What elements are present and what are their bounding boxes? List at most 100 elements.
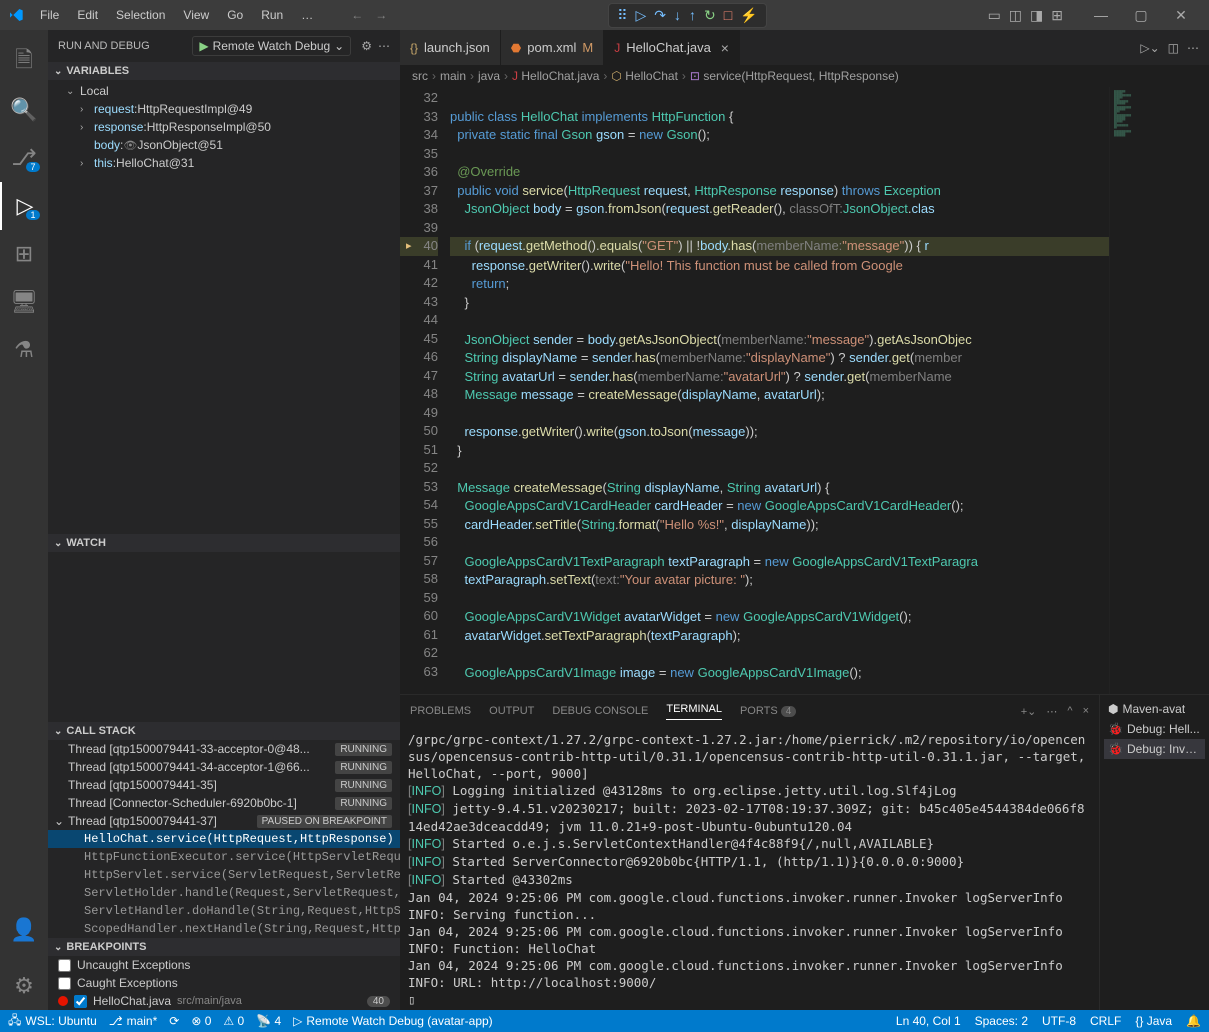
line-gutter[interactable]: 3233343536373839▸40414243444546474849505… bbox=[400, 87, 450, 694]
breadcrumb-item[interactable]: src bbox=[412, 69, 428, 83]
menu-selection[interactable]: Selection bbox=[108, 4, 173, 26]
stack-frame[interactable]: ScopedHandler.nextHandle(String,Request,… bbox=[48, 920, 400, 938]
close-icon[interactable]: × bbox=[721, 40, 729, 56]
tab-HelloChat.java[interactable]: JHelloChat.java× bbox=[604, 30, 740, 65]
more-icon[interactable]: ⋯ bbox=[378, 39, 390, 53]
account-icon[interactable]: 👤 bbox=[0, 906, 48, 954]
var-body[interactable]: body: 👁 JsonObject@51 bbox=[48, 136, 400, 154]
more-icon[interactable]: ⋯ bbox=[1046, 705, 1057, 718]
breadcrumb-item[interactable]: java bbox=[478, 69, 500, 83]
step-into-icon[interactable]: ↓ bbox=[674, 7, 681, 24]
var-this[interactable]: ›this: HelloChat@31 bbox=[48, 154, 400, 172]
terminal-item[interactable]: ⬢Maven-avat bbox=[1104, 699, 1205, 719]
stack-frame[interactable]: HttpFunctionExecutor.service(HttpServlet… bbox=[48, 848, 400, 866]
watch-section[interactable]: ⌄WATCH bbox=[48, 534, 400, 552]
tab-launch.json[interactable]: {}launch.json bbox=[400, 30, 501, 65]
sb-sync[interactable]: ⟳ bbox=[169, 1014, 179, 1028]
layout-sidebar-icon[interactable]: ◨ bbox=[1030, 7, 1043, 24]
thread-row[interactable]: Thread [Connector-Scheduler-6920b0bc-1]R… bbox=[48, 794, 400, 812]
bp-file[interactable]: HelloChat.java src/main/java 40 bbox=[48, 992, 400, 1010]
layout-editor-icon[interactable]: ▭ bbox=[988, 7, 1001, 24]
run-icon[interactable]: ▷⌄ bbox=[1140, 41, 1159, 55]
menu-view[interactable]: View bbox=[175, 4, 217, 26]
step-over-icon[interactable]: ↷ bbox=[654, 7, 666, 24]
var-response[interactable]: ›response: HttpResponseImpl@50 bbox=[48, 118, 400, 136]
debug-icon[interactable]: ▷1 bbox=[0, 182, 48, 230]
menu-file[interactable]: File bbox=[32, 4, 67, 26]
sb-bell[interactable]: 🔔 bbox=[1186, 1014, 1201, 1028]
variables-section[interactable]: ⌄VARIABLES bbox=[48, 62, 400, 80]
thread-row[interactable]: Thread [qtp1500079441-35]RUNNING bbox=[48, 776, 400, 794]
terminal-output[interactable]: /grpc/grpc-context/1.27.2/grpc-context-1… bbox=[400, 727, 1099, 1010]
sb-spaces[interactable]: Spaces: 2 bbox=[975, 1014, 1028, 1028]
settings-icon[interactable]: ⚙ bbox=[0, 962, 48, 1010]
sb-branch[interactable]: ⎇ main* bbox=[109, 1014, 158, 1028]
stack-frame[interactable]: HelloChat.service(HttpRequest,HttpRespon… bbox=[48, 830, 400, 848]
continue-icon[interactable]: ▷ bbox=[635, 7, 646, 24]
maximize-panel-icon[interactable]: ^ bbox=[1067, 705, 1072, 718]
thread-paused[interactable]: ⌄Thread [qtp1500079441-37]PAUSED ON BREA… bbox=[48, 812, 400, 830]
menu-…[interactable]: … bbox=[293, 4, 321, 26]
stack-frame[interactable]: ServletHandler.doHandle(String,Request,H… bbox=[48, 902, 400, 920]
close-panel-icon[interactable]: × bbox=[1083, 705, 1089, 718]
breadcrumb-item[interactable]: ⊡ service(HttpRequest, HttpResponse) bbox=[690, 69, 899, 83]
sb-warnings[interactable]: ⚠ 0 bbox=[223, 1014, 244, 1028]
tab-pom.xml[interactable]: ⬣pom.xmlM bbox=[501, 30, 604, 65]
terminal-item[interactable]: 🐞Debug: Hell... bbox=[1104, 719, 1205, 739]
new-terminal-icon[interactable]: +⌄ bbox=[1021, 705, 1037, 718]
sb-encoding[interactable]: UTF-8 bbox=[1042, 1014, 1076, 1028]
menu-edit[interactable]: Edit bbox=[69, 4, 106, 26]
thread-row[interactable]: Thread [qtp1500079441-34-acceptor-1@66..… bbox=[48, 758, 400, 776]
code-editor[interactable]: public class HelloChat implements HttpFu… bbox=[450, 87, 1109, 694]
menu-go[interactable]: Go bbox=[219, 4, 251, 26]
back-arrow-icon[interactable]: ← bbox=[351, 8, 363, 22]
menu-run[interactable]: Run bbox=[253, 4, 291, 26]
breadcrumb-item[interactable]: ⬡ HelloChat bbox=[611, 69, 678, 83]
step-out-icon[interactable]: ↑ bbox=[689, 7, 696, 24]
more-icon[interactable]: ⋯ bbox=[1187, 41, 1199, 55]
panel-tab-terminal[interactable]: TERMINAL bbox=[666, 703, 722, 720]
panel-tab-ports[interactable]: PORTS 4 bbox=[740, 705, 796, 717]
callstack-section[interactable]: ⌄CALL STACK bbox=[48, 722, 400, 740]
close-button[interactable]: ✕ bbox=[1161, 1, 1201, 29]
minimize-button[interactable]: — bbox=[1081, 1, 1121, 29]
extensions-icon[interactable]: ⊞ bbox=[0, 230, 48, 278]
sb-debug[interactable]: ▷ Remote Watch Debug (avatar-app) bbox=[293, 1014, 493, 1028]
bp-caught[interactable]: Caught Exceptions bbox=[48, 974, 400, 992]
layout-panel-icon[interactable]: ◫ bbox=[1009, 7, 1022, 24]
stack-frame[interactable]: HttpServlet.service(ServletRequest,Servl… bbox=[48, 866, 400, 884]
sb-errors[interactable]: ⊗ 0 bbox=[191, 1014, 211, 1028]
drag-handle-icon[interactable]: ⠿ bbox=[617, 7, 627, 24]
layout-customize-icon[interactable]: ⊞ bbox=[1051, 7, 1063, 24]
panel-tab-problems[interactable]: PROBLEMS bbox=[410, 705, 471, 717]
split-icon[interactable]: ◫ bbox=[1168, 41, 1179, 55]
run-config-dropdown[interactable]: ▶ Remote Watch Debug ⌄ bbox=[192, 36, 351, 56]
stop-icon[interactable]: □ bbox=[724, 7, 732, 24]
bp-uncaught[interactable]: Uncaught Exceptions bbox=[48, 956, 400, 974]
remote-explorer-icon[interactable]: 🖥 bbox=[0, 278, 48, 326]
sb-eol[interactable]: CRLF bbox=[1090, 1014, 1121, 1028]
sb-ports[interactable]: 📡 4 bbox=[256, 1014, 281, 1028]
gear-icon[interactable]: ⚙ bbox=[361, 39, 372, 53]
search-icon[interactable]: 🔍 bbox=[0, 86, 48, 134]
testing-icon[interactable]: ⚗ bbox=[0, 326, 48, 374]
panel-tab-debug-console[interactable]: DEBUG CONSOLE bbox=[552, 705, 648, 717]
restart-icon[interactable]: ↻ bbox=[704, 7, 716, 24]
scope-local[interactable]: ⌄Local bbox=[48, 82, 400, 100]
sb-position[interactable]: Ln 40, Col 1 bbox=[896, 1014, 961, 1028]
breakpoints-section[interactable]: ⌄BREAKPOINTS bbox=[48, 938, 400, 956]
forward-arrow-icon[interactable]: → bbox=[375, 8, 387, 22]
sb-language[interactable]: {} Java bbox=[1135, 1014, 1172, 1028]
panel-tab-output[interactable]: OUTPUT bbox=[489, 705, 534, 717]
explorer-icon[interactable]: 🗎 bbox=[0, 38, 48, 86]
var-request[interactable]: ›request: HttpRequestImpl@49 bbox=[48, 100, 400, 118]
sb-remote[interactable]: 🖧 WSL: Ubuntu bbox=[8, 1011, 97, 1032]
terminal-item[interactable]: 🐞Debug: Invo... bbox=[1104, 739, 1205, 759]
breadcrumb-item[interactable]: J HelloChat.java bbox=[512, 69, 599, 83]
maximize-button[interactable]: ▢ bbox=[1121, 1, 1161, 29]
hot-reload-icon[interactable]: ⚡ bbox=[740, 7, 757, 24]
breadcrumb[interactable]: src›main›java›J HelloChat.java›⬡ HelloCh… bbox=[400, 65, 1209, 87]
scm-icon[interactable]: ⎇7 bbox=[0, 134, 48, 182]
stack-frame[interactable]: ServletHolder.handle(Request,ServletRequ… bbox=[48, 884, 400, 902]
minimap[interactable]: ████████████████████████████████████████… bbox=[1109, 87, 1209, 694]
